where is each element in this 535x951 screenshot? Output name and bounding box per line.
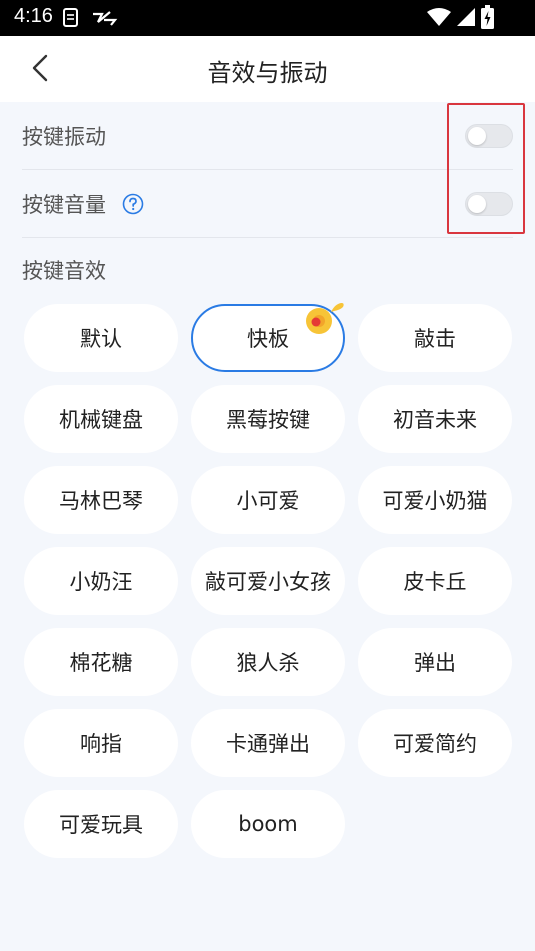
sound-item[interactable]: 机械键盘 xyxy=(24,385,178,453)
sound-item-label: 可爱玩具 xyxy=(59,813,143,837)
divider xyxy=(22,237,513,238)
key-vibration-label: 按键振动 xyxy=(22,125,106,149)
sound-item-label: 可爱简约 xyxy=(393,732,477,756)
sound-item-label: 皮卡丘 xyxy=(403,570,467,594)
sound-item-label: 弹出 xyxy=(414,651,456,675)
sound-item-label: 黑莓按键 xyxy=(226,408,310,432)
sound-item-label: 响指 xyxy=(80,732,122,756)
sound-item-label: 小奶汪 xyxy=(69,570,133,594)
sound-effects-grid: 默认 快板 敲击 机械键盘 黑莓按键 初音未来 马林巴琴 小可爱 可爱小奶猫 小… xyxy=(24,302,512,858)
sound-item-label: 马林巴琴 xyxy=(59,489,143,513)
sound-item-label: 初音未来 xyxy=(393,408,477,432)
sound-item[interactable]: 卡通弹出 xyxy=(191,709,345,777)
key-vibration-row: 按键振动 xyxy=(22,102,513,170)
page-title: 音效与振动 xyxy=(207,59,328,87)
help-icon[interactable] xyxy=(122,193,144,215)
sound-item[interactable]: 皮卡丘 xyxy=(358,547,512,615)
sound-item[interactable]: 响指 xyxy=(24,709,178,777)
battery-charging-icon xyxy=(481,5,494,33)
sound-item[interactable]: 狼人杀 xyxy=(191,628,345,696)
sound-item[interactable]: boom xyxy=(191,790,345,858)
sound-item-label: 默认 xyxy=(80,327,122,351)
wifi-icon xyxy=(426,7,452,31)
sound-item-label: 可爱小奶猫 xyxy=(382,489,488,513)
key-volume-toggle[interactable] xyxy=(465,192,513,216)
sound-item[interactable]: 初音未来 xyxy=(358,385,512,453)
sound-item[interactable]: 棉花糖 xyxy=(24,628,178,696)
sound-item-label: 棉花糖 xyxy=(69,651,133,675)
title-bar: 音效与振动 xyxy=(0,36,535,102)
sound-item[interactable]: 可爱简约 xyxy=(358,709,512,777)
music-note-icon xyxy=(301,300,347,345)
sound-item-label: 敲击 xyxy=(414,327,456,351)
app-notification-icon xyxy=(90,8,118,32)
sound-effects-label: 按键音效 xyxy=(22,259,106,283)
sound-item-selected[interactable]: 快板 xyxy=(191,302,345,372)
key-volume-label: 按键音量 xyxy=(22,193,106,217)
sound-item-label: 小可爱 xyxy=(236,489,300,513)
sound-item-label: 快板 xyxy=(247,327,289,351)
toggle-knob xyxy=(468,195,486,213)
status-bar: 4:16 xyxy=(0,0,535,36)
sound-item[interactable]: 小奶汪 xyxy=(24,547,178,615)
document-icon xyxy=(62,8,80,32)
sound-item[interactable]: 马林巴琴 xyxy=(24,466,178,534)
sound-item-label: 机械键盘 xyxy=(59,408,143,432)
sound-item[interactable]: 弹出 xyxy=(358,628,512,696)
key-volume-row: 按键音量 xyxy=(22,170,513,238)
sound-item-label: 狼人杀 xyxy=(236,651,300,675)
sound-item-label: 敲可爱小女孩 xyxy=(205,570,331,594)
sound-item[interactable]: 敲击 xyxy=(358,304,512,372)
signal-icon xyxy=(456,7,476,31)
sound-item[interactable]: 默认 xyxy=(24,304,178,372)
key-vibration-toggle[interactable] xyxy=(465,124,513,148)
sound-item-label: 卡通弹出 xyxy=(226,732,310,756)
sound-item[interactable]: 小可爱 xyxy=(191,466,345,534)
toggle-knob xyxy=(468,127,486,145)
sound-item[interactable]: 黑莓按键 xyxy=(191,385,345,453)
sound-item[interactable]: 可爱玩具 xyxy=(24,790,178,858)
sound-item-label: boom xyxy=(238,812,298,836)
status-time: 4:16 xyxy=(14,5,53,27)
sound-item[interactable]: 可爱小奶猫 xyxy=(358,466,512,534)
sound-item[interactable]: 敲可爱小女孩 xyxy=(191,547,345,615)
